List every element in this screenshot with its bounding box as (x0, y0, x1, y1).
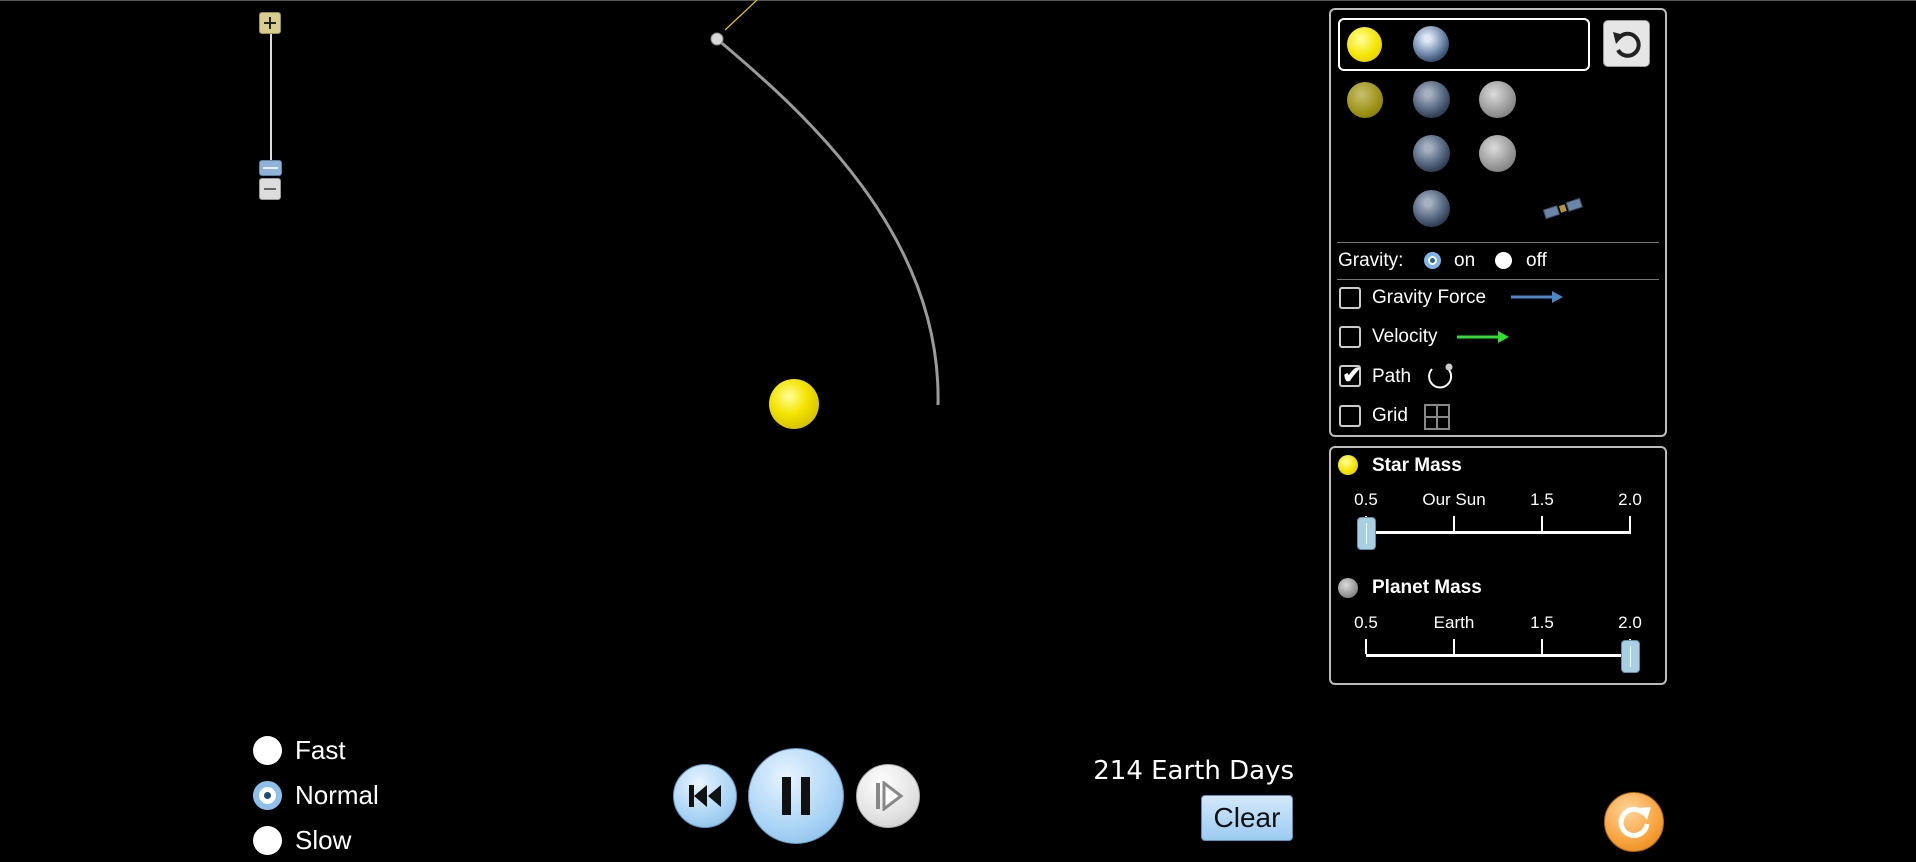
slider-track (1366, 531, 1631, 534)
tick (1365, 639, 1367, 654)
elapsed-time-readout: 214 Earth Days (1093, 756, 1294, 786)
grid-icon (1424, 404, 1450, 430)
velocity-label: Velocity (1372, 326, 1438, 347)
gravity-force-arrow-icon (1511, 291, 1563, 303)
rewind-icon (689, 785, 721, 807)
play-area (710, 0, 940, 429)
divider (1337, 279, 1659, 280)
gravity-on-radio[interactable] (1424, 252, 1441, 269)
speed-fast-radio[interactable] (253, 736, 282, 765)
preset-option-star-planet-moon[interactable] (1347, 82, 1383, 118)
clear-button[interactable]: Clear (1201, 795, 1293, 841)
planet-mass-slider[interactable]: 0.5 Earth 1.5 2.0 (1354, 613, 1642, 683)
planet-path-trail (716, 37, 940, 406)
slider-thumb[interactable] (1357, 517, 1376, 550)
star-mass-slider[interactable]: 0.5 Our Sun 1.5 2.0 (1354, 490, 1642, 560)
rewind-button[interactable] (673, 764, 737, 828)
tick-label: 1.5 (1530, 490, 1554, 509)
planet-icon (1413, 81, 1450, 118)
step-forward-icon (876, 781, 904, 811)
checkmark-icon: ✔ (1342, 362, 1363, 389)
satellite-icon (1542, 197, 1583, 220)
speed-slow-label: Slow (295, 825, 352, 855)
tick-label: 2.0 (1618, 613, 1642, 632)
planet-body[interactable] (710, 32, 724, 46)
moon-icon (1479, 135, 1516, 172)
moon-icon (1479, 81, 1516, 118)
step-forward-button[interactable] (856, 764, 920, 828)
tick-label: 2.0 (1618, 490, 1642, 509)
grid-label: Grid (1372, 405, 1408, 426)
grid-checkbox[interactable] (1339, 405, 1361, 427)
star-mass-title: Star Mass (1372, 455, 1462, 476)
preset-option-planet-satellite[interactable] (1413, 190, 1450, 227)
tick-label: 0.5 (1354, 613, 1378, 632)
velocity-checkbox[interactable] (1339, 326, 1361, 348)
star-icon (1338, 455, 1358, 475)
star-body[interactable] (769, 379, 819, 429)
planet-mass-title: Planet Mass (1372, 577, 1482, 598)
speed-normal-label: Normal (295, 780, 379, 810)
gravity-off-label: off (1526, 250, 1547, 271)
tick-label: Earth (1433, 613, 1475, 632)
tick-label: 1.5 (1530, 613, 1554, 632)
speed-fast-label: Fast (295, 735, 346, 765)
gravity-label: Gravity: (1338, 250, 1404, 271)
partial-orbit-line (724, 0, 758, 31)
tick (1541, 516, 1543, 531)
slider-thumb[interactable] (1621, 640, 1640, 673)
path-icon (1428, 363, 1453, 389)
reset-all-button[interactable] (1604, 792, 1664, 852)
tick-label: 0.5 (1354, 490, 1378, 509)
tick (1541, 639, 1543, 654)
slider-track (1366, 654, 1631, 657)
pause-icon (782, 777, 810, 815)
reset-bodies-button[interactable] (1603, 20, 1650, 67)
preset-planet-icon (1413, 26, 1449, 62)
gravity-force-label: Gravity Force (1372, 287, 1487, 308)
speed-slow-radio[interactable] (253, 826, 282, 855)
gravity-off-radio[interactable] (1495, 252, 1512, 269)
tick (1629, 516, 1631, 531)
undo-icon (1612, 31, 1641, 58)
tick (1453, 639, 1455, 654)
star-icon (1347, 82, 1383, 118)
preset-option-planet-moon[interactable] (1413, 135, 1450, 172)
path-checkbox[interactable]: ✔ (1339, 362, 1363, 389)
planet-icon (1338, 578, 1358, 598)
preset-star-icon (1347, 27, 1382, 62)
path-label: Path (1372, 366, 1412, 387)
velocity-arrow-icon (1457, 331, 1509, 343)
speed-normal-radio[interactable] (253, 781, 282, 810)
reset-all-icon (1618, 806, 1651, 838)
divider (1337, 242, 1659, 243)
tick-label: Our Sun (1422, 490, 1486, 509)
gravity-force-checkbox[interactable] (1339, 287, 1361, 309)
pause-button[interactable] (748, 748, 844, 844)
tick (1453, 516, 1455, 531)
gravity-on-label: on (1454, 250, 1476, 271)
